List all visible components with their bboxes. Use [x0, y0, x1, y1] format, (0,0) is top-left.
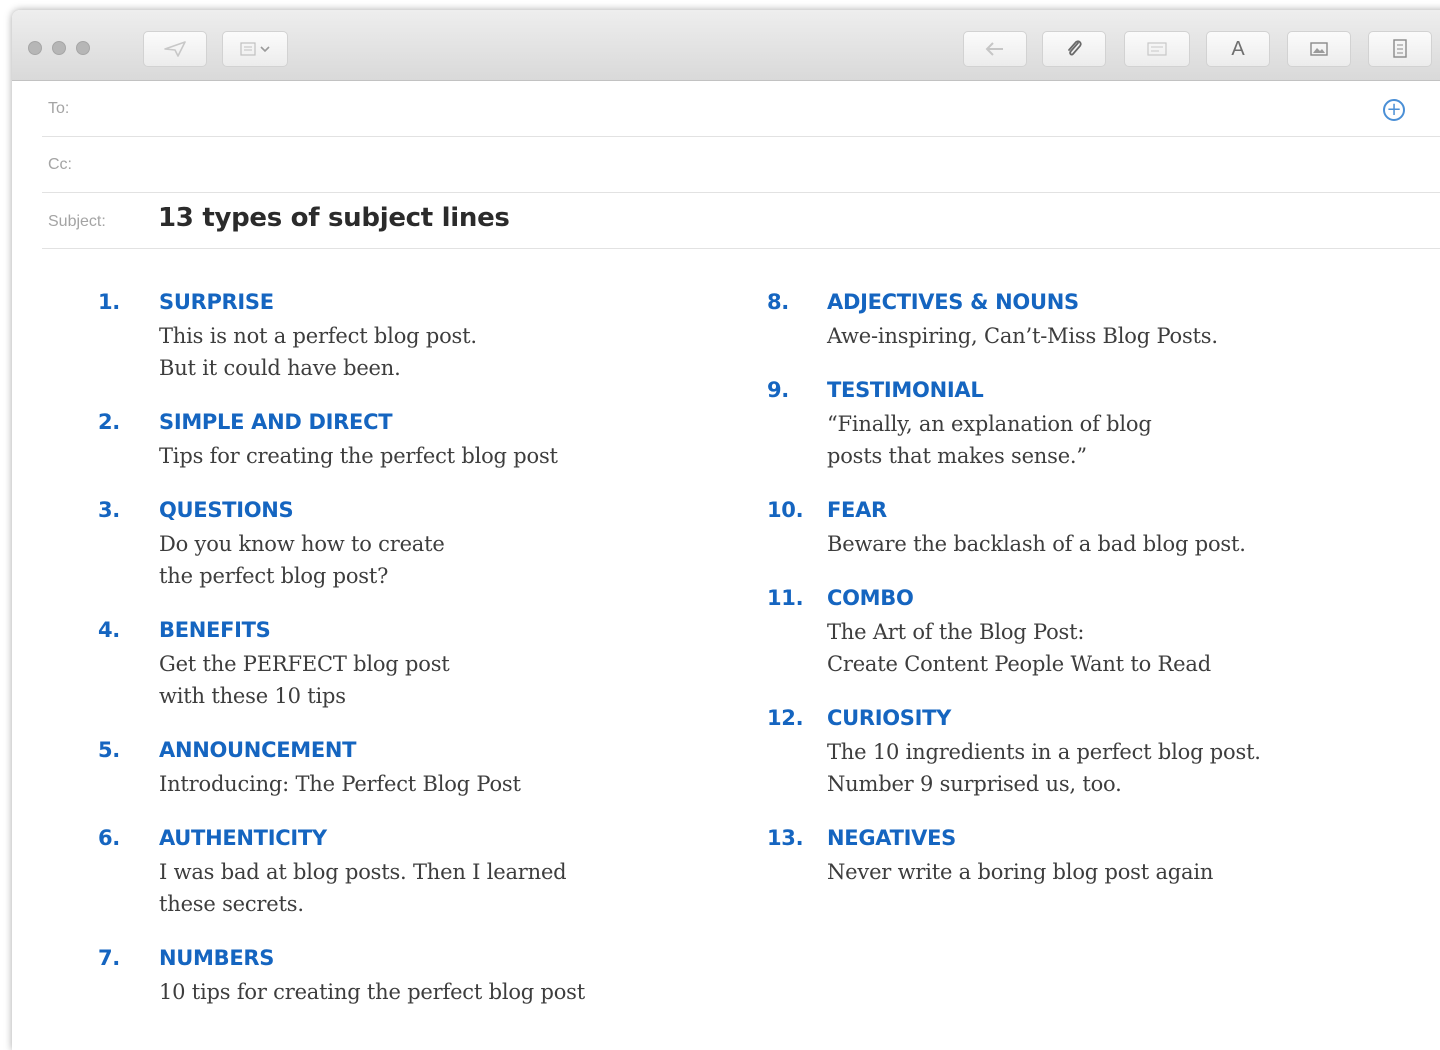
notes-icon — [1391, 38, 1409, 60]
item-description-line: with these 10 tips — [159, 684, 346, 708]
item-description-line: the perfect blog post? — [159, 564, 389, 588]
item-title: QUESTIONS — [159, 498, 294, 522]
item-title: ADJECTIVES & NOUNS — [827, 290, 1079, 314]
item-description-line: Get the PERFECT blog post — [159, 652, 450, 676]
item-number: 6. — [98, 826, 120, 850]
header-fields-icon — [235, 40, 275, 58]
item-title: BENEFITS — [159, 618, 271, 642]
item-title: TESTIMONIAL — [827, 378, 984, 402]
item-number: 10. — [767, 498, 804, 522]
notes-button[interactable] — [1368, 31, 1432, 67]
item-number: 3. — [98, 498, 120, 522]
item-description-line: Do you know how to create — [159, 532, 445, 556]
item-description-line: posts that makes sense.” — [827, 444, 1087, 468]
item-number: 12. — [767, 706, 804, 730]
cc-label: Cc: — [48, 156, 72, 173]
item-number: 11. — [767, 586, 804, 610]
item-description: Beware the backlash of a bad blog post. — [827, 528, 1246, 560]
item-description-line: Tips for creating the perfect blog post — [159, 444, 558, 468]
item-description-line: these secrets. — [159, 892, 304, 916]
item-title: COMBO — [827, 586, 914, 610]
photo-browser-button[interactable] — [1287, 31, 1351, 67]
item-description-line: The Art of the Blog Post: — [827, 620, 1085, 644]
item-number: 2. — [98, 410, 120, 434]
format-bar-icon — [1144, 40, 1170, 58]
item-number: 9. — [767, 378, 789, 402]
to-label: To: — [48, 100, 70, 117]
item-description-line: Create Content People Want to Read — [827, 652, 1211, 676]
add-contact-icon[interactable]: + — [1383, 99, 1405, 121]
item-description-line: 10 tips for creating the perfect blog po… — [159, 980, 585, 1004]
to-row[interactable] — [42, 80, 1440, 137]
item-title: NEGATIVES — [827, 826, 956, 850]
item-number: 8. — [767, 290, 789, 314]
item-description: Get the PERFECT blog post with these 10 t… — [159, 648, 450, 712]
toolbar: A — [12, 10, 1440, 81]
fonts-icon: A — [1231, 37, 1245, 60]
attach-button[interactable] — [1042, 31, 1106, 67]
item-number: 4. — [98, 618, 120, 642]
send-button[interactable] — [143, 31, 207, 67]
item-description-line: Beware the backlash of a bad blog post. — [827, 532, 1246, 556]
item-description-line: The 10 ingredients in a perfect blog pos… — [827, 740, 1261, 764]
item-description: Tips for creating the perfect blog post — [159, 440, 558, 472]
reply-icon — [983, 40, 1007, 58]
send-icon — [163, 40, 187, 58]
item-description: Do you know how to create the perfect blo… — [159, 528, 445, 592]
reply-button[interactable] — [963, 31, 1027, 67]
item-description-line: Never write a boring blog post again — [827, 860, 1214, 884]
item-description-line: Awe-inspiring, Can’t-Miss Blog Posts. — [827, 324, 1218, 348]
item-description: This is not a perfect blog post. But it c… — [159, 320, 477, 384]
item-number: 7. — [98, 946, 120, 970]
minimize-window-button[interactable] — [52, 41, 66, 55]
format-bar-button[interactable] — [1124, 31, 1190, 67]
item-description: “Finally, an explanation of blog posts th… — [827, 408, 1152, 472]
item-description-line: This is not a perfect blog post. — [159, 324, 477, 348]
item-title: ANNOUNCEMENT — [159, 738, 357, 762]
item-description: I was bad at blog posts. Then I learned t… — [159, 856, 567, 920]
fonts-button[interactable]: A — [1206, 31, 1270, 67]
item-description-line: I was bad at blog posts. Then I learned — [159, 860, 567, 884]
compose-window: A To: + Cc: Subject: 13 types of subject… — [12, 10, 1440, 1050]
item-title: AUTHENTICITY — [159, 826, 327, 850]
item-description: The Art of the Blog Post: Create Content … — [827, 616, 1211, 680]
item-title: NUMBERS — [159, 946, 275, 970]
item-description: Introducing: The Perfect Blog Post — [159, 768, 521, 800]
item-description: 10 tips for creating the perfect blog po… — [159, 976, 585, 1008]
item-description: Awe-inspiring, Can’t-Miss Blog Posts. — [827, 320, 1218, 352]
item-number: 13. — [767, 826, 804, 850]
item-number: 5. — [98, 738, 120, 762]
cc-row[interactable] — [42, 136, 1440, 193]
item-title: SIMPLE AND DIRECT — [159, 410, 393, 434]
close-window-button[interactable] — [28, 41, 42, 55]
item-description: The 10 ingredients in a perfect blog pos… — [827, 736, 1261, 800]
item-description-line: But it could have been. — [159, 356, 401, 380]
item-description-line: Introducing: The Perfect Blog Post — [159, 772, 521, 796]
photo-browser-icon — [1308, 40, 1330, 58]
attachment-icon — [1064, 38, 1084, 60]
zoom-window-button[interactable] — [76, 41, 90, 55]
item-description: Never write a boring blog post again — [827, 856, 1213, 888]
header-fields-button[interactable] — [222, 31, 288, 67]
item-number: 1. — [98, 290, 120, 314]
item-title: FEAR — [827, 498, 887, 522]
item-title: SURPRISE — [159, 290, 274, 314]
item-title: CURIOSITY — [827, 706, 952, 730]
item-description-line: “Finally, an explanation of blog — [827, 412, 1152, 436]
subject-label: Subject: — [48, 213, 106, 230]
subject-field[interactable]: 13 types of subject lines — [158, 203, 510, 233]
item-description-line: Number 9 surprised us, too. — [827, 772, 1122, 796]
